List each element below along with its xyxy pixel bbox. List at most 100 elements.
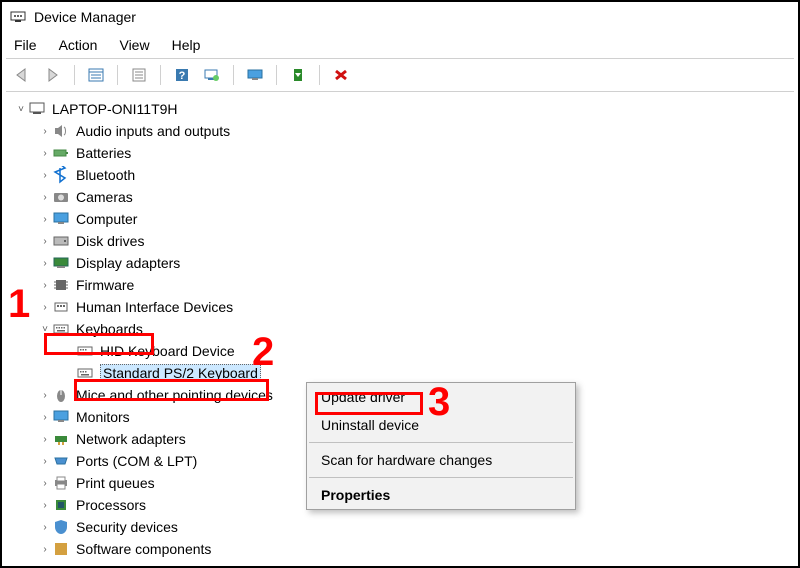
node-label: Mice and other pointing devices [76, 387, 273, 403]
node-label: Monitors [76, 409, 130, 425]
disk-icon [52, 232, 70, 250]
scan-monitor-button[interactable] [199, 63, 225, 87]
category-bluetooth[interactable]: › Bluetooth [6, 164, 794, 186]
device-hid-keyboard[interactable]: HID Keyboard Device [6, 340, 794, 362]
toolbar-separator [233, 65, 234, 85]
toolbar-separator [319, 65, 320, 85]
expander-icon[interactable]: › [38, 456, 52, 467]
category-security[interactable]: › Security devices [6, 516, 794, 538]
category-computer[interactable]: › Computer [6, 208, 794, 230]
forward-button[interactable] [40, 63, 66, 87]
node-label: Bluetooth [76, 167, 135, 183]
expander-icon[interactable]: › [38, 148, 52, 159]
node-label: Firmware [76, 277, 134, 293]
expander-icon[interactable]: › [38, 478, 52, 489]
node-label: Display adapters [76, 255, 180, 271]
expander-icon[interactable]: › [38, 236, 52, 247]
category-keyboards[interactable]: ˅ Keyboards [6, 318, 794, 340]
device-ps2-keyboard[interactable]: Standard PS/2 Keyboard [6, 362, 794, 384]
node-label: HID Keyboard Device [100, 343, 235, 359]
expander-icon[interactable]: › [38, 126, 52, 137]
install-button[interactable] [285, 63, 311, 87]
menu-scan-hardware[interactable]: Scan for hardware changes [307, 446, 575, 474]
node-label: Human Interface Devices [76, 299, 233, 315]
menu-uninstall-device[interactable]: Uninstall device [307, 411, 575, 439]
hid-icon [52, 298, 70, 316]
expander-icon[interactable]: › [38, 170, 52, 181]
tree-root[interactable]: ˅ LAPTOP-ONI11T9H [6, 98, 794, 120]
camera-icon [52, 188, 70, 206]
expander-icon[interactable]: › [38, 522, 52, 533]
title-bar: Device Manager [2, 2, 798, 32]
toolbar-separator [160, 65, 161, 85]
help-button[interactable]: ? [169, 63, 195, 87]
expander-icon[interactable]: › [38, 500, 52, 511]
app-icon [10, 9, 26, 25]
node-label: Cameras [76, 189, 133, 205]
monitor-button[interactable] [242, 63, 268, 87]
category-software[interactable]: › Software components [6, 538, 794, 560]
expander-icon[interactable]: › [38, 214, 52, 225]
menu-view[interactable]: View [119, 37, 149, 53]
keyboard-icon [76, 342, 94, 360]
root-label: LAPTOP-ONI11T9H [52, 101, 178, 117]
computer-root-icon [28, 100, 46, 118]
svg-text:?: ? [179, 70, 186, 82]
node-label: Computer [76, 211, 137, 227]
category-audio[interactable]: › Audio inputs and outputs [6, 120, 794, 142]
node-label: Keyboards [76, 321, 143, 337]
menu-update-driver[interactable]: Update driver [307, 383, 575, 411]
node-label: Audio inputs and outputs [76, 123, 230, 139]
menu-help[interactable]: Help [172, 37, 201, 53]
window-title: Device Manager [34, 9, 136, 25]
cpu-icon [52, 496, 70, 514]
menu-bar: File Action View Help [2, 32, 798, 58]
bluetooth-icon [52, 166, 70, 184]
network-icon [52, 430, 70, 448]
toolbar-separator [117, 65, 118, 85]
properties-button[interactable] [126, 63, 152, 87]
node-label-selected: Standard PS/2 Keyboard [100, 364, 261, 382]
device-tree: ˅ LAPTOP-ONI11T9H › Audio inputs and out… [2, 92, 798, 560]
expander-icon[interactable]: › [38, 192, 52, 203]
node-label: Ports (COM & LPT) [76, 453, 197, 469]
node-label: Disk drives [76, 233, 144, 249]
port-icon [52, 452, 70, 470]
expander-icon[interactable]: › [38, 280, 52, 291]
menu-action[interactable]: Action [59, 37, 98, 53]
expander-icon[interactable]: ˅ [14, 104, 28, 115]
monitor-icon [52, 210, 70, 228]
display-adapter-icon [52, 254, 70, 272]
toolbar-separator [276, 65, 277, 85]
delete-button[interactable] [328, 63, 354, 87]
expander-icon[interactable]: › [38, 434, 52, 445]
expander-icon[interactable]: › [38, 258, 52, 269]
category-hid[interactable]: › Human Interface Devices [6, 296, 794, 318]
menu-separator [309, 442, 573, 443]
category-disk[interactable]: › Disk drives [6, 230, 794, 252]
menu-properties[interactable]: Properties [307, 481, 575, 509]
back-button[interactable] [10, 63, 36, 87]
expander-icon[interactable]: ˅ [38, 324, 52, 335]
node-label: Security devices [76, 519, 178, 535]
menu-file[interactable]: File [14, 37, 37, 53]
category-firmware[interactable]: › Firmware [6, 274, 794, 296]
expander-icon[interactable]: › [38, 544, 52, 555]
category-batteries[interactable]: › Batteries [6, 142, 794, 164]
node-label: Processors [76, 497, 146, 513]
keyboard-icon [76, 364, 94, 382]
mouse-icon [52, 386, 70, 404]
expander-icon[interactable]: › [38, 412, 52, 423]
context-menu: Update driver Uninstall device Scan for … [306, 382, 576, 510]
expander-icon[interactable]: › [38, 302, 52, 313]
node-label: Print queues [76, 475, 155, 491]
monitor-icon [52, 408, 70, 426]
list-button[interactable] [83, 63, 109, 87]
node-label: Software components [76, 541, 211, 557]
category-display[interactable]: › Display adapters [6, 252, 794, 274]
toolbar: ? [2, 59, 798, 91]
category-cameras[interactable]: › Cameras [6, 186, 794, 208]
battery-icon [52, 144, 70, 162]
expander-icon[interactable]: › [38, 390, 52, 401]
node-label: Batteries [76, 145, 131, 161]
